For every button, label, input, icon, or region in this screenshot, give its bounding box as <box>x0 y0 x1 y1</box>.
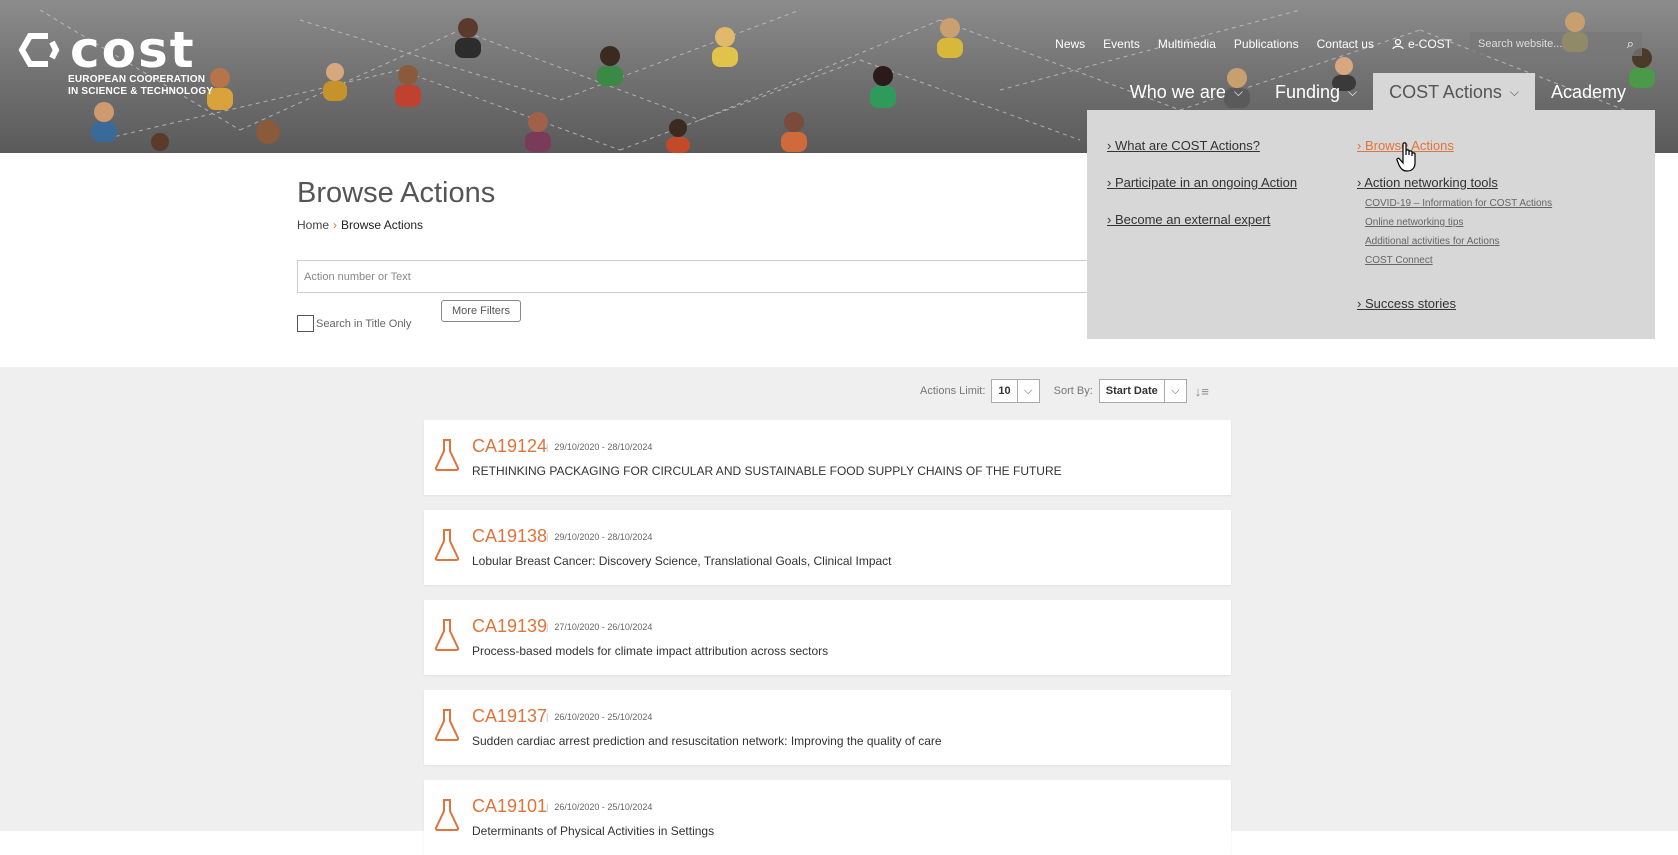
cost-actions-dropdown: › What are COST Actions? › Participate i… <box>1087 110 1655 339</box>
site-search: ⌕ <box>1470 32 1642 56</box>
breadcrumb-home[interactable]: Home <box>297 218 329 232</box>
topnav-ecost[interactable]: e-COST <box>1392 37 1452 51</box>
breadcrumb-current: Browse Actions <box>341 218 424 232</box>
nav-academy[interactable]: Academy <box>1535 73 1678 111</box>
dropdown-covid-info[interactable]: COVID-19 – Information for COST Actions <box>1365 194 1552 213</box>
sort-direction-icon[interactable]: ↓≡ <box>1195 384 1209 399</box>
topnav-multimedia[interactable]: Multimedia <box>1158 37 1216 51</box>
action-dates: | 27/10/2020 - 26/10/2024 <box>546 622 653 632</box>
actions-limit-label: Actions Limit: <box>920 385 986 397</box>
action-code[interactable]: CA19124 <box>472 436 547 457</box>
actions-limit-select[interactable]: 10 ⌵ <box>991 379 1040 403</box>
action-title[interactable]: Sudden cardiac arrest prediction and res… <box>472 734 942 748</box>
chevron-down-icon: ⌵ <box>1233 84 1243 99</box>
nav-who-we-are-label: Who we are <box>1129 81 1226 102</box>
dropdown-action-networking-tools[interactable]: › Action networking tools <box>1357 175 1552 190</box>
hand-pointer-cursor-icon <box>1396 142 1416 172</box>
action-card[interactable]: CA19101 | 26/10/2020 - 25/10/2024 Determi… <box>424 780 1231 855</box>
action-card[interactable]: CA19137 | 26/10/2020 - 25/10/2024 Sudden … <box>424 690 1231 765</box>
breadcrumb-separator: › <box>333 218 338 232</box>
flask-icon <box>434 529 460 561</box>
main-nav: Who we are ⌵ Funding ⌵ COST Actions ⌵ Ac… <box>1114 73 1678 111</box>
action-dates: | 26/10/2020 - 25/10/2024 <box>546 802 653 812</box>
site-search-input[interactable] <box>1478 38 1608 50</box>
dropdown-right-column: › Browse Actions › Action networking too… <box>1357 138 1552 333</box>
dropdown-participate-ongoing-action[interactable]: › Participate in an ongoing Action <box>1107 175 1297 190</box>
page-title: Browse Actions <box>297 177 496 209</box>
flask-icon <box>434 709 460 741</box>
user-icon <box>1392 38 1404 50</box>
nav-who-we-are[interactable]: Who we are ⌵ <box>1114 73 1259 111</box>
search-title-only-toggle[interactable]: Search in Title Only <box>297 306 411 332</box>
chevron-down-icon: ⌵ <box>1509 84 1519 99</box>
topnav-news[interactable]: News <box>1055 37 1085 51</box>
action-search-input[interactable] <box>297 260 1107 293</box>
sort-by-label: Sort By: <box>1053 385 1093 397</box>
dropdown-become-external-expert[interactable]: › Become an external expert <box>1107 212 1297 227</box>
topnav-contact-us[interactable]: Contact us <box>1317 37 1374 51</box>
flask-icon <box>434 799 460 831</box>
results-area: Actions Limit: 10 ⌵ Sort By: Start Date … <box>0 367 1678 855</box>
search-title-only-label: Search in Title Only <box>316 317 412 330</box>
hexagon-logo-icon <box>18 33 60 67</box>
action-dates: | 29/10/2020 - 28/10/2024 <box>546 532 653 542</box>
action-code[interactable]: CA19139 <box>472 616 547 637</box>
dropdown-networking-tools-group: › Action networking tools COVID-19 – Inf… <box>1357 175 1552 270</box>
nav-academy-label: Academy <box>1550 81 1626 102</box>
action-title[interactable]: RETHINKING PACKAGING FOR CIRCULAR AND SU… <box>472 464 1062 478</box>
action-dates: | 26/10/2020 - 25/10/2024 <box>546 712 653 722</box>
action-card[interactable]: CA19124 | 29/10/2020 - 28/10/2024 RETHINK… <box>424 420 1231 495</box>
dropdown-online-networking-tips[interactable]: Online networking tips <box>1365 213 1552 232</box>
chevron-down-icon: ⌵ <box>1163 380 1186 402</box>
top-utility-nav: News Events Multimedia Publications Cont… <box>1055 32 1678 56</box>
dropdown-what-are-cost-actions[interactable]: › What are COST Actions? <box>1107 138 1297 153</box>
chevron-down-icon: ⌵ <box>1016 380 1039 402</box>
action-code[interactable]: CA19138 <box>472 526 547 547</box>
nav-funding-label: Funding <box>1274 81 1341 102</box>
ecost-label: e-COST <box>1407 37 1452 51</box>
topnav-events[interactable]: Events <box>1103 37 1140 51</box>
action-card[interactable]: CA19138 | 29/10/2020 - 28/10/2024 Lobular… <box>424 510 1231 585</box>
dropdown-browse-actions[interactable]: › Browse Actions <box>1357 138 1552 153</box>
logo-mark: cost <box>18 21 213 79</box>
logo-subtitle-line2: IN SCIENCE & TECHNOLOGY <box>68 86 214 97</box>
sort-by-value: Start Date <box>1105 385 1158 397</box>
search-icon[interactable]: ⌕ <box>1627 36 1634 52</box>
more-filters-button[interactable]: More Filters <box>441 300 522 322</box>
dropdown-additional-activities[interactable]: Additional activities for Actions <box>1365 232 1552 251</box>
actions-limit-value: 10 <box>998 385 1011 397</box>
action-title[interactable]: Determinants of Physical Activities in S… <box>472 824 714 838</box>
nav-funding[interactable]: Funding ⌵ <box>1259 73 1373 111</box>
sort-by-select[interactable]: Start Date ⌵ <box>1098 379 1187 403</box>
search-title-only-checkbox[interactable] <box>297 315 314 332</box>
action-code[interactable]: CA19101 <box>472 796 547 817</box>
flask-icon <box>434 439 460 471</box>
dropdown-left-column: › What are COST Actions? › Participate i… <box>1107 138 1297 249</box>
action-title[interactable]: Process-based models for climate impact … <box>472 644 828 658</box>
action-dates: | 29/10/2020 - 28/10/2024 <box>546 442 653 452</box>
logo-wordmark: cost <box>70 21 196 79</box>
nav-cost-actions[interactable]: COST Actions ⌵ <box>1373 73 1535 111</box>
action-title[interactable]: Lobular Breast Cancer: Discovery Science… <box>472 554 892 568</box>
breadcrumb: Home › Browse Actions <box>297 218 423 232</box>
dropdown-success-stories[interactable]: › Success stories <box>1357 296 1552 311</box>
flask-icon <box>434 619 460 651</box>
action-code[interactable]: CA19137 <box>472 706 547 727</box>
topnav-publications[interactable]: Publications <box>1234 37 1299 51</box>
dropdown-cost-connect[interactable]: COST Connect <box>1365 251 1552 270</box>
nav-cost-actions-label: COST Actions <box>1389 81 1502 102</box>
chevron-down-icon: ⌵ <box>1348 84 1358 99</box>
list-controls: Actions Limit: 10 ⌵ Sort By: Start Date … <box>920 379 1209 403</box>
action-card[interactable]: CA19139 | 27/10/2020 - 26/10/2024 Process… <box>424 600 1231 675</box>
cost-logo[interactable]: cost EUROPEAN COOPERATION IN SCIENCE & T… <box>18 21 214 98</box>
logo-subtitle-line1: EUROPEAN COOPERATION <box>68 74 206 85</box>
